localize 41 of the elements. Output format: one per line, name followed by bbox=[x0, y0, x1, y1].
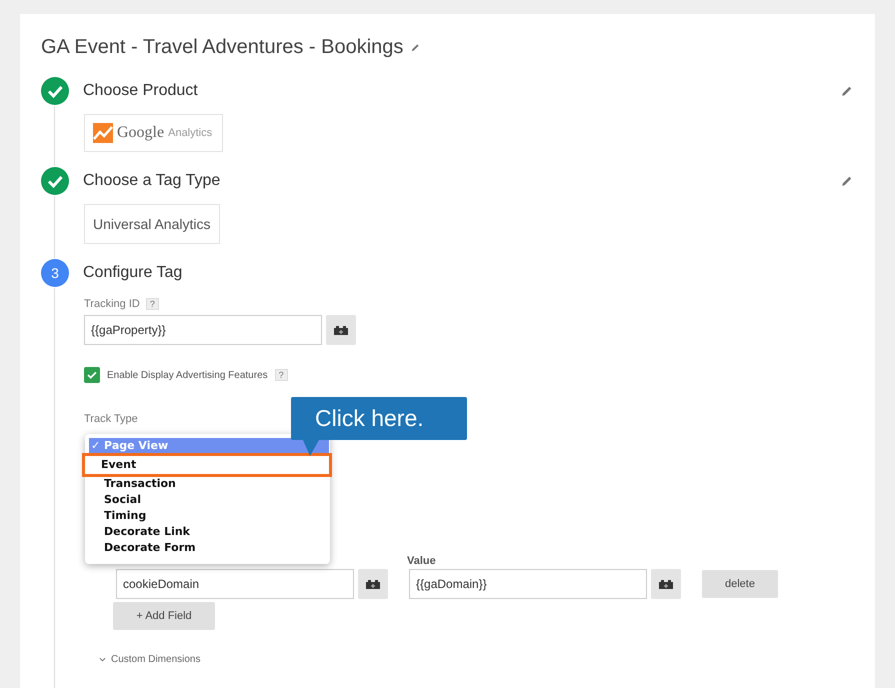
tracking-id-field[interactable]: {{gaProperty}} bbox=[84, 315, 322, 345]
field-label: Track Type bbox=[84, 413, 138, 425]
menu-option[interactable]: Decorate Link bbox=[89, 524, 329, 540]
brick-icon bbox=[658, 578, 674, 590]
field-name-input[interactable]: cookieDomain bbox=[116, 569, 354, 599]
product-chip[interactable]: Google Analytics bbox=[84, 114, 223, 152]
add-field-button[interactable]: + Add Field bbox=[113, 602, 215, 630]
menu-option[interactable]: Social bbox=[89, 492, 329, 508]
tag-title: GA Event - Travel Adventures - Bookings bbox=[41, 36, 404, 58]
chevron-icon bbox=[99, 656, 106, 663]
variable-button[interactable] bbox=[651, 569, 681, 599]
menu-option[interactable]: Decorate Form bbox=[89, 540, 329, 556]
tag-type-chip[interactable]: Universal Analytics bbox=[84, 204, 220, 244]
step-number: 3 bbox=[41, 259, 69, 287]
menu-option[interactable]: Timing bbox=[89, 508, 329, 524]
field-label: Tracking ID bbox=[84, 298, 140, 310]
delete-button[interactable]: delete bbox=[702, 570, 778, 598]
callout-pointer bbox=[303, 440, 319, 456]
menu-option[interactable]: Transaction bbox=[89, 476, 329, 492]
analytics-chart-icon bbox=[93, 123, 113, 143]
column-label: Value bbox=[407, 555, 436, 567]
pencil-icon[interactable] bbox=[841, 85, 853, 97]
menu-option[interactable]: Event bbox=[82, 453, 332, 477]
help-button[interactable]: ? bbox=[274, 369, 288, 381]
callout: Click here. bbox=[291, 397, 467, 440]
brick-icon bbox=[365, 578, 381, 590]
step-title: Choose a Tag Type bbox=[83, 172, 220, 190]
checkbox[interactable] bbox=[84, 367, 100, 383]
step-title: Choose Product bbox=[83, 82, 198, 100]
help-button[interactable]: ? bbox=[146, 298, 159, 310]
custom-dimensions-toggle[interactable]: Custom Dimensions bbox=[99, 654, 875, 665]
pencil-icon[interactable] bbox=[841, 175, 853, 187]
brick-icon bbox=[333, 324, 349, 336]
field-value-input[interactable]: {{gaDomain}} bbox=[409, 569, 647, 599]
variable-button[interactable] bbox=[326, 315, 356, 345]
logo-word: Google bbox=[117, 124, 164, 142]
checkbox-label: Enable Display Advertising Features bbox=[107, 370, 268, 380]
logo-subword: Analytics bbox=[168, 127, 212, 139]
variable-button[interactable] bbox=[358, 569, 388, 599]
step-title: Configure Tag bbox=[83, 264, 182, 282]
pencil-icon[interactable] bbox=[411, 42, 420, 52]
